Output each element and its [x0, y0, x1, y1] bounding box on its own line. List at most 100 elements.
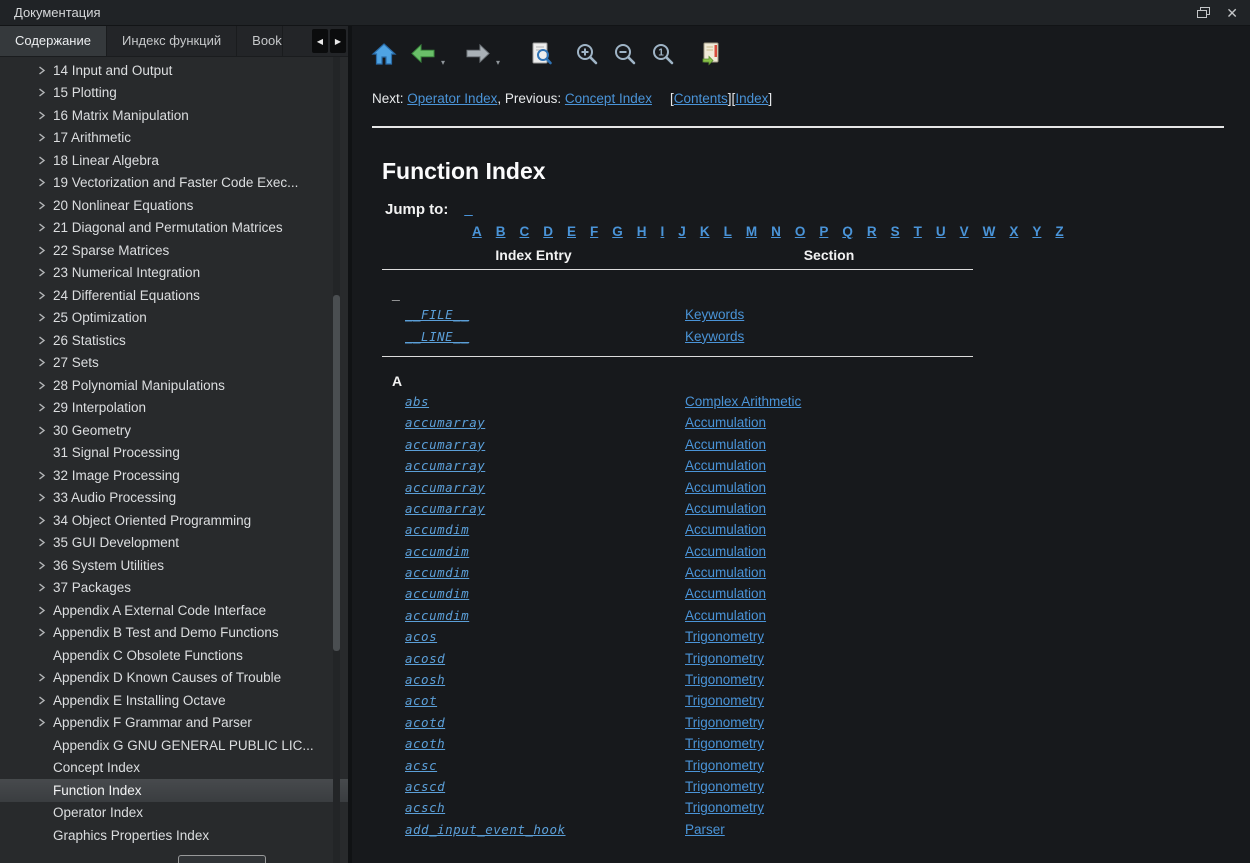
chevron-right-icon[interactable] [37, 268, 53, 277]
jump-letter-link[interactable]: F [590, 224, 598, 239]
section-link[interactable]: Accumulation [685, 501, 973, 516]
jump-letter-link[interactable]: Y [1032, 224, 1041, 239]
chevron-right-icon[interactable] [37, 606, 53, 615]
function-entry-link[interactable]: acot [405, 693, 685, 708]
tree-item[interactable]: Concept Index [0, 757, 348, 780]
jump-letter-link[interactable]: Q [842, 224, 853, 239]
function-entry-link[interactable]: accumarray [405, 437, 685, 452]
find-in-page-icon[interactable] [528, 40, 556, 68]
function-entry-link[interactable]: accumdim [405, 608, 685, 623]
section-link[interactable]: Accumulation [685, 608, 973, 623]
jump-letter-link[interactable]: W [983, 224, 996, 239]
jump-letter-link[interactable]: H [637, 224, 647, 239]
tab-function-index[interactable]: Индекс функций [107, 26, 237, 56]
jump-letter-link[interactable]: O [795, 224, 806, 239]
chevron-right-icon[interactable] [37, 561, 53, 570]
tree-item[interactable]: Appendix F Grammar and Parser [0, 712, 348, 735]
tab-scroll-right-button[interactable]: ▶ [330, 29, 346, 53]
function-entry-link[interactable]: acsc [405, 758, 685, 773]
jump-letter-link[interactable]: G [612, 224, 623, 239]
tree-item[interactable]: 17 Arithmetic [0, 127, 348, 150]
function-entry-link[interactable]: acsch [405, 800, 685, 815]
chevron-right-icon[interactable] [37, 66, 53, 75]
chevron-right-icon[interactable] [37, 381, 53, 390]
chevron-right-icon[interactable] [37, 426, 53, 435]
chevron-right-icon[interactable] [37, 88, 53, 97]
function-entry-link[interactable]: accumdim [405, 544, 685, 559]
tree-item[interactable]: 32 Image Processing [0, 464, 348, 487]
section-link[interactable]: Accumulation [685, 544, 973, 559]
function-entry-link[interactable]: acoth [405, 736, 685, 751]
home-icon[interactable] [370, 40, 398, 68]
nav-index-link[interactable]: Index [735, 91, 768, 106]
section-link[interactable]: Trigonometry [685, 800, 973, 815]
chevron-right-icon[interactable] [37, 313, 53, 322]
tree-item[interactable]: 15 Plotting [0, 82, 348, 105]
jump-letter-link[interactable]: Z [1055, 224, 1063, 239]
tree-item[interactable]: Appendix G GNU GENERAL PUBLIC LIC... [0, 734, 348, 757]
chevron-right-icon[interactable] [37, 201, 53, 210]
tree-item[interactable]: 21 Diagonal and Permutation Matrices [0, 217, 348, 240]
tree-item[interactable]: 27 Sets [0, 352, 348, 375]
section-link[interactable]: Accumulation [685, 565, 973, 580]
zoom-in-icon[interactable] [573, 40, 601, 68]
tree-item[interactable]: 29 Interpolation [0, 397, 348, 420]
chevron-right-icon[interactable] [37, 358, 53, 367]
tree-item[interactable]: 30 Geometry [0, 419, 348, 442]
forward-history-dropdown-icon[interactable]: ▾ [496, 58, 500, 67]
function-reference-icon[interactable] [698, 40, 726, 68]
chevron-right-icon[interactable] [37, 336, 53, 345]
section-link[interactable]: Accumulation [685, 437, 973, 452]
section-link[interactable]: Trigonometry [685, 758, 973, 773]
function-entry-link[interactable]: accumdim [405, 565, 685, 580]
chevron-right-icon[interactable] [37, 516, 53, 525]
tree-item[interactable]: 24 Differential Equations [0, 284, 348, 307]
function-entry-link[interactable]: accumarray [405, 480, 685, 495]
jump-letter-link[interactable]: I [661, 224, 665, 239]
jump-letter-link[interactable]: E [567, 224, 576, 239]
tree-item[interactable]: 18 Linear Algebra [0, 149, 348, 172]
chevron-right-icon[interactable] [37, 291, 53, 300]
section-link[interactable]: Complex Arithmetic [685, 394, 973, 409]
chevron-right-icon[interactable] [37, 111, 53, 120]
tree-item[interactable]: 33 Audio Processing [0, 487, 348, 510]
tree-item[interactable]: 35 GUI Development [0, 532, 348, 555]
tree-item[interactable]: Function Index [0, 779, 348, 802]
section-link[interactable]: Parser [685, 822, 973, 837]
section-link[interactable]: Trigonometry [685, 693, 973, 708]
tree-item[interactable]: 25 Optimization [0, 307, 348, 330]
zoom-out-icon[interactable] [611, 40, 639, 68]
tree-item[interactable]: 14 Input and Output [0, 59, 348, 82]
jump-letter-link[interactable]: L [724, 224, 732, 239]
tree-item[interactable]: 31 Signal Processing [0, 442, 348, 465]
jump-letter-link[interactable]: T [914, 224, 922, 239]
chevron-right-icon[interactable] [37, 156, 53, 165]
tree-item[interactable]: 37 Packages [0, 577, 348, 600]
section-link[interactable]: Accumulation [685, 522, 973, 537]
chevron-right-icon[interactable] [37, 673, 53, 682]
tree-item[interactable]: Appendix E Installing Octave [0, 689, 348, 712]
tree-item[interactable]: 20 Nonlinear Equations [0, 194, 348, 217]
chevron-right-icon[interactable] [37, 583, 53, 592]
jump-letter-link[interactable]: J [678, 224, 686, 239]
section-link[interactable]: Accumulation [685, 480, 973, 495]
jump-letter-link[interactable]: D [543, 224, 553, 239]
chevron-right-icon[interactable] [37, 493, 53, 502]
jump-letter-link[interactable]: S [891, 224, 900, 239]
function-entry-link[interactable]: acosh [405, 672, 685, 687]
jump-letter-link[interactable]: M [746, 224, 757, 239]
section-link[interactable]: Trigonometry [685, 736, 973, 751]
tree-item[interactable]: 26 Statistics [0, 329, 348, 352]
tree-item[interactable]: Operator Index [0, 802, 348, 825]
section-link[interactable]: Trigonometry [685, 672, 973, 687]
jump-letter-link[interactable]: U [936, 224, 946, 239]
close-icon[interactable]: ✕ [1226, 6, 1238, 20]
tree-item[interactable]: 36 System Utilities [0, 554, 348, 577]
function-entry-link[interactable]: abs [405, 394, 685, 409]
section-link[interactable]: Trigonometry [685, 651, 973, 666]
tree-item[interactable]: Appendix C Obsolete Functions [0, 644, 348, 667]
chevron-right-icon[interactable] [37, 403, 53, 412]
jump-letter-link[interactable]: A [472, 224, 482, 239]
function-entry-link[interactable]: acscd [405, 779, 685, 794]
tab-contents[interactable]: Содержание [0, 26, 107, 56]
